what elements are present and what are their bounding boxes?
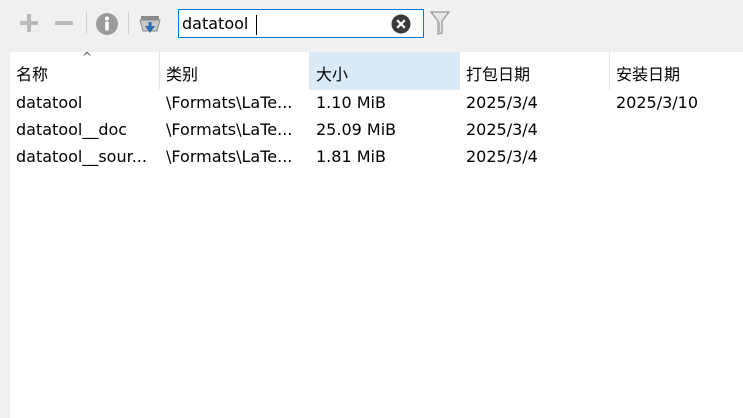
column-header-label: 打包日期 [466,65,531,84]
column-header-label: 安装日期 [616,65,681,84]
clear-icon [391,14,411,34]
cell-category: \Formats\LaTe... [166,93,293,112]
table-row[interactable]: datatool \Formats\LaTe... 1.10 MiB 2025/… [10,89,743,116]
cell-packed-date: 2025/3/4 [466,93,538,112]
table-row[interactable]: datatool__doc \Formats\LaTe... 25.09 MiB… [10,116,743,143]
cell-name: datatool__doc [16,120,128,139]
column-header-category[interactable]: 类别 [160,52,310,90]
search-clear-button[interactable] [391,14,411,34]
cell-size: 25.09 MiB [316,120,397,139]
cell-packed-date: 2025/3/4 [466,147,538,166]
column-header-name[interactable]: 名称 ^ [10,50,160,90]
column-header-installed-date[interactable]: 安装日期 [610,52,743,90]
cell-category: \Formats\LaTe... [166,120,293,139]
install-button[interactable] [137,11,163,37]
cell-packed-date: 2025/3/4 [466,120,538,139]
table-row[interactable]: datatool__sour... \Formats\LaTe... 1.81 … [10,143,743,170]
filter-button[interactable] [429,10,451,36]
remove-button[interactable] [52,12,76,34]
column-header-label: 大小 [316,65,349,84]
cell-category: \Formats\LaTe... [166,147,293,166]
cell-name: datatool [16,93,83,112]
column-header-packed-date[interactable]: 打包日期 [460,52,610,90]
package-list[interactable]: 名称 ^ 类别 大小 打包日期 安装日期 datatool \Formats\L… [10,50,743,418]
toolbar [0,0,743,48]
cell-installed-date [610,143,741,170]
toolbar-separator [128,12,129,34]
plus-icon [20,14,38,32]
minus-icon [55,21,73,25]
cell-installed-date [610,116,741,143]
search-box[interactable] [178,9,424,38]
search-input[interactable] [182,12,382,35]
cell-size: 1.10 MiB [316,93,386,112]
cell-size: 1.81 MiB [316,147,386,166]
list-header: 名称 ^ 类别 大小 打包日期 安装日期 [10,50,743,90]
sort-ascending-icon: ^ [82,50,93,64]
column-header-label: 类别 [166,65,199,84]
column-header-label: 名称 [16,65,49,84]
info-button[interactable] [94,11,120,37]
cell-name: datatool__sour... [16,147,147,166]
text-caret [256,15,257,35]
cell-installed-date: 2025/3/10 [616,93,699,112]
toolbar-separator [86,12,87,34]
column-header-size[interactable]: 大小 [310,52,460,90]
info-icon [96,13,118,35]
add-button[interactable] [17,12,41,34]
install-icon [139,16,161,33]
filter-icon [429,11,451,35]
